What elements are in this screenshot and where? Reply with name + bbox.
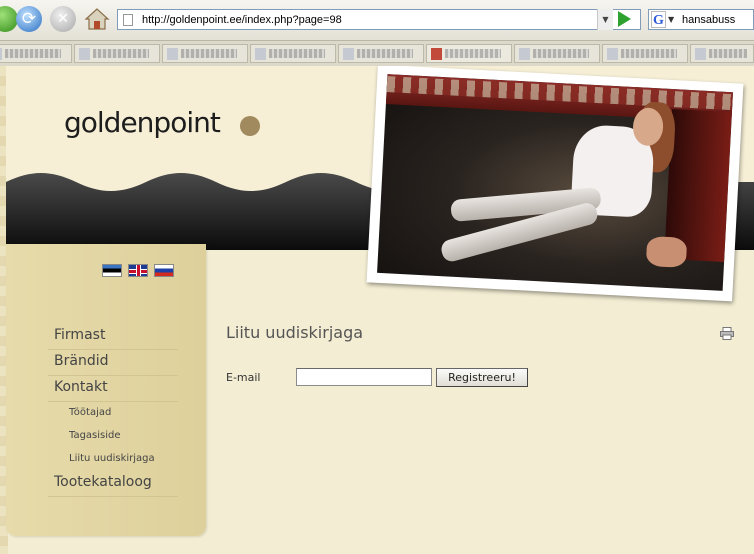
search-box[interactable]: G ▼ hansabuss: [648, 9, 754, 30]
tab-title-blurred: [93, 49, 149, 58]
sidebar-menu: Firmast Brändid Kontakt Töötajad Tagasis…: [48, 324, 178, 497]
register-button[interactable]: Registreeru!: [436, 368, 528, 387]
sidebar-item-tootajad[interactable]: Töötajad: [48, 402, 178, 425]
reload-icon: ⟳: [21, 9, 37, 29]
tab-favicon-icon: [167, 48, 178, 60]
browser-tab[interactable]: [338, 44, 424, 63]
site-logo[interactable]: goldenpoint: [64, 106, 221, 139]
tab-title-blurred: [269, 49, 325, 58]
tab-title-blurred: [445, 49, 501, 58]
home-icon[interactable]: [84, 6, 110, 32]
sidebar-item-firmast[interactable]: Firmast: [48, 324, 178, 350]
go-button[interactable]: [618, 11, 631, 27]
sidebar-item-kontakt[interactable]: Kontakt: [48, 376, 178, 402]
address-text: http://goldenpoint.ee/index.php?page=98: [142, 14, 342, 26]
browser-tab[interactable]: [74, 44, 160, 63]
browser-tab[interactable]: [690, 44, 754, 63]
tab-title-blurred: [621, 49, 677, 58]
sidebar-item-tootekataloog[interactable]: Tootekataloog: [48, 471, 178, 497]
email-label: E-mail: [226, 371, 261, 384]
sidebar: Firmast Brändid Kontakt Töötajad Tagasis…: [6, 244, 206, 536]
english-flag-icon[interactable]: [128, 264, 148, 277]
tab-favicon-icon: [0, 48, 2, 60]
tab-bar: [0, 41, 754, 67]
web-page: goldenpoint Firmast Brändid Kontakt Tööt…: [0, 66, 754, 554]
google-icon[interactable]: G: [651, 11, 666, 28]
browser-toolbar: ⟳ ✕ http://goldenpoint.ee/index.php?page…: [0, 0, 754, 41]
tab-favicon-icon: [431, 48, 442, 60]
logo-dot-icon: [240, 116, 260, 136]
tab-title-blurred: [709, 49, 747, 58]
print-icon[interactable]: [720, 327, 734, 340]
address-bar[interactable]: http://goldenpoint.ee/index.php?page=98: [117, 9, 641, 30]
tab-title-blurred: [533, 49, 589, 58]
sidebar-item-tagasiside[interactable]: Tagasiside: [48, 425, 178, 448]
page-icon: [123, 14, 133, 26]
tab-title-blurred: [181, 49, 237, 58]
tab-favicon-icon: [607, 48, 618, 60]
sidebar-item-liitu-uudiskirjaga[interactable]: Liitu uudiskirjaga: [48, 448, 178, 471]
hero-photo: [366, 66, 744, 302]
browser-tab[interactable]: [602, 44, 688, 63]
search-input[interactable]: hansabuss: [682, 12, 735, 28]
browser-tab[interactable]: [0, 44, 72, 63]
search-engine-dropdown-icon[interactable]: ▼: [668, 11, 674, 28]
browser-tab[interactable]: [514, 44, 600, 63]
stop-button[interactable]: ✕: [50, 6, 76, 32]
tab-favicon-icon: [343, 48, 354, 60]
russian-flag-icon[interactable]: [154, 264, 174, 277]
tab-favicon-icon: [695, 48, 706, 60]
browser-tab[interactable]: [250, 44, 336, 63]
reload-button[interactable]: ⟳: [16, 6, 42, 32]
browser-tab[interactable]: [426, 44, 512, 63]
email-input[interactable]: [296, 368, 432, 386]
tab-favicon-icon: [255, 48, 266, 60]
tab-favicon-icon: [79, 48, 90, 60]
tab-title-blurred: [357, 49, 413, 58]
browser-tab[interactable]: [162, 44, 248, 63]
stop-icon: ✕: [57, 11, 69, 27]
sidebar-item-brandid[interactable]: Brändid: [48, 350, 178, 376]
estonian-flag-icon[interactable]: [102, 264, 122, 277]
address-dropdown-button[interactable]: ▼: [597, 9, 613, 30]
hero-photo-image: [377, 74, 733, 291]
tab-title-blurred: [5, 49, 61, 58]
page-title: Liitu uudiskirjaga: [226, 323, 364, 342]
tab-favicon-icon: [519, 48, 530, 60]
